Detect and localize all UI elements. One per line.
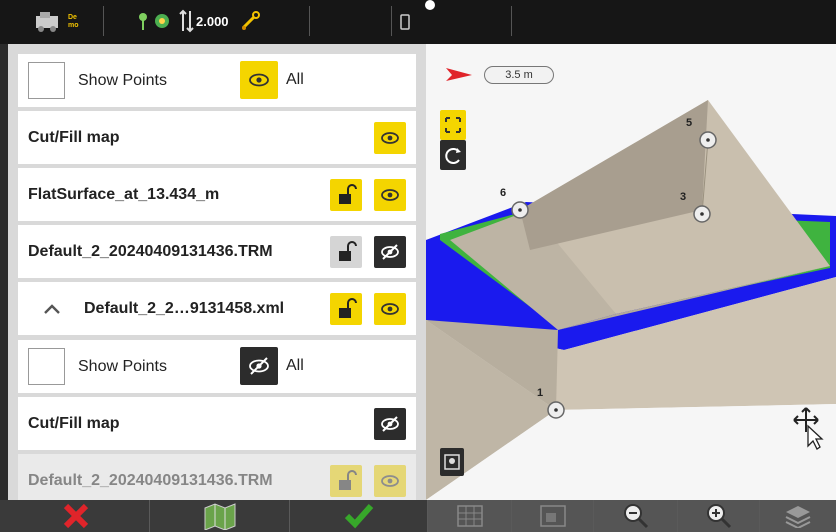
lock-toggle[interactable] bbox=[330, 236, 362, 268]
layer-label: Cut/Fill map bbox=[28, 129, 120, 146]
visibility-toggle[interactable] bbox=[374, 179, 406, 211]
layer-group-row[interactable]: Default_2_2…9131458.xml bbox=[18, 282, 416, 335]
survey-point-5[interactable] bbox=[699, 131, 717, 149]
layer-row-cut-fill[interactable]: Cut/Fill map bbox=[18, 111, 416, 164]
group-label: Default_2_2…9131458.xml bbox=[84, 300, 285, 317]
expand-icon bbox=[445, 117, 461, 133]
zoom-in-icon bbox=[707, 504, 732, 529]
show-all-points-toggle[interactable] bbox=[240, 347, 278, 385]
gnss-value: 2.000 bbox=[196, 14, 229, 29]
status-bar: De mo 2.000 bbox=[0, 0, 836, 44]
show-all-label: All bbox=[286, 71, 304, 88]
visibility-toggle[interactable] bbox=[374, 236, 406, 268]
show-points-label: Show Points bbox=[78, 358, 167, 375]
scale-label: 3.5 m bbox=[505, 69, 533, 81]
confirm-icon bbox=[344, 504, 374, 529]
survey-point-3[interactable] bbox=[693, 205, 711, 223]
status-notch bbox=[425, 0, 435, 10]
lock-toggle[interactable] bbox=[330, 465, 362, 497]
grid-icon bbox=[457, 505, 483, 527]
confirm-button[interactable] bbox=[290, 500, 428, 532]
layer-label: Cut/Fill map bbox=[28, 415, 120, 432]
eye-icon bbox=[249, 73, 269, 87]
map-pin-icon bbox=[444, 454, 460, 470]
show-points-row: Show Points All bbox=[18, 54, 416, 107]
point-label-5: 5 bbox=[686, 117, 692, 129]
eye-off-icon bbox=[381, 416, 399, 432]
stack-icon bbox=[785, 506, 811, 528]
show-points-checkbox[interactable] bbox=[28, 62, 65, 99]
point-label-3: 3 bbox=[680, 191, 686, 203]
sensor-height-icon bbox=[179, 9, 194, 33]
pan-cursor-icon bbox=[793, 407, 824, 450]
demo-label-top: De bbox=[68, 14, 77, 21]
tools-icon bbox=[241, 11, 260, 30]
visibility-toggle[interactable] bbox=[374, 408, 406, 440]
map-settings-button[interactable] bbox=[440, 448, 464, 476]
show-points-checkbox[interactable] bbox=[28, 348, 65, 385]
unlock-icon bbox=[339, 184, 357, 204]
zoom-in-button[interactable] bbox=[678, 500, 760, 532]
gnss-icon bbox=[139, 13, 169, 30]
layers-view-icon bbox=[540, 505, 566, 527]
zoom-out-button[interactable] bbox=[594, 500, 678, 532]
device-icon bbox=[400, 14, 410, 30]
cancel-button[interactable] bbox=[0, 500, 150, 532]
layer-row-default-trm[interactable]: Default_2_20240409131436.TRM bbox=[18, 454, 416, 500]
show-points-label: Show Points bbox=[78, 72, 167, 89]
layer-row-cut-fill[interactable]: Cut/Fill map bbox=[18, 397, 416, 450]
layer-row-default-trm[interactable]: Default_2_20240409131436.TRM bbox=[18, 225, 416, 278]
fit-view-button[interactable] bbox=[440, 110, 466, 140]
eye-off-icon bbox=[249, 357, 269, 375]
survey-point-6[interactable] bbox=[511, 201, 529, 219]
map-icon bbox=[204, 503, 236, 530]
demo-label-bottom: mo bbox=[68, 22, 79, 29]
survey-point-1[interactable] bbox=[547, 401, 565, 419]
show-all-label: All bbox=[286, 357, 304, 374]
layers-panel: Show Points All Cut/Fill map FlatSurface… bbox=[8, 44, 426, 500]
unlock-icon bbox=[339, 298, 357, 318]
layer-row-flatsurface[interactable]: FlatSurface_at_13.434_m bbox=[18, 168, 416, 221]
point-label-1: 1 bbox=[537, 387, 543, 399]
map-view[interactable]: 1 3 5 6 3.5 m bbox=[426, 44, 836, 500]
bottom-toolbar bbox=[0, 500, 836, 532]
layer-label: FlatSurface_at_13.434_m bbox=[28, 186, 220, 203]
north-arrow-icon bbox=[446, 68, 472, 81]
eye-icon bbox=[381, 303, 399, 315]
status-machine-segment[interactable]: De mo bbox=[30, 6, 104, 36]
eye-icon bbox=[381, 189, 399, 201]
design-surface-3d: 1 3 5 6 bbox=[426, 100, 836, 500]
layer-label: Default_2_20240409131436.TRM bbox=[28, 243, 273, 260]
visibility-toggle[interactable] bbox=[374, 465, 406, 497]
show-all-points-toggle[interactable] bbox=[240, 61, 278, 99]
map-view-button[interactable] bbox=[150, 500, 290, 532]
eye-icon bbox=[381, 475, 399, 487]
machine-icon bbox=[36, 12, 58, 32]
table-view-button[interactable] bbox=[428, 500, 512, 532]
show-points-row: Show Points All bbox=[18, 340, 416, 393]
eye-off-icon bbox=[381, 244, 399, 260]
status-empty-segment bbox=[310, 6, 392, 36]
cancel-icon bbox=[63, 503, 89, 529]
layer-label: Default_2_20240409131436.TRM bbox=[28, 472, 273, 489]
lock-toggle[interactable] bbox=[330, 293, 362, 325]
rotate-icon bbox=[445, 148, 461, 164]
scale-bar: 3.5 m bbox=[484, 66, 554, 84]
visibility-toggle[interactable] bbox=[374, 122, 406, 154]
point-label-6: 6 bbox=[500, 187, 506, 199]
stack-view-button[interactable] bbox=[760, 500, 836, 532]
status-device-segment[interactable] bbox=[392, 6, 512, 36]
chevron-up-icon[interactable] bbox=[42, 302, 62, 316]
layers-view-button[interactable] bbox=[512, 500, 594, 532]
zoom-out-icon bbox=[624, 504, 649, 529]
rotate-view-button[interactable] bbox=[440, 140, 466, 170]
status-gnss-segment[interactable]: 2.000 bbox=[104, 6, 310, 36]
lock-toggle[interactable] bbox=[330, 179, 362, 211]
unlock-icon bbox=[339, 241, 357, 261]
unlock-icon bbox=[339, 470, 357, 490]
eye-icon bbox=[381, 132, 399, 144]
visibility-toggle[interactable] bbox=[374, 293, 406, 325]
